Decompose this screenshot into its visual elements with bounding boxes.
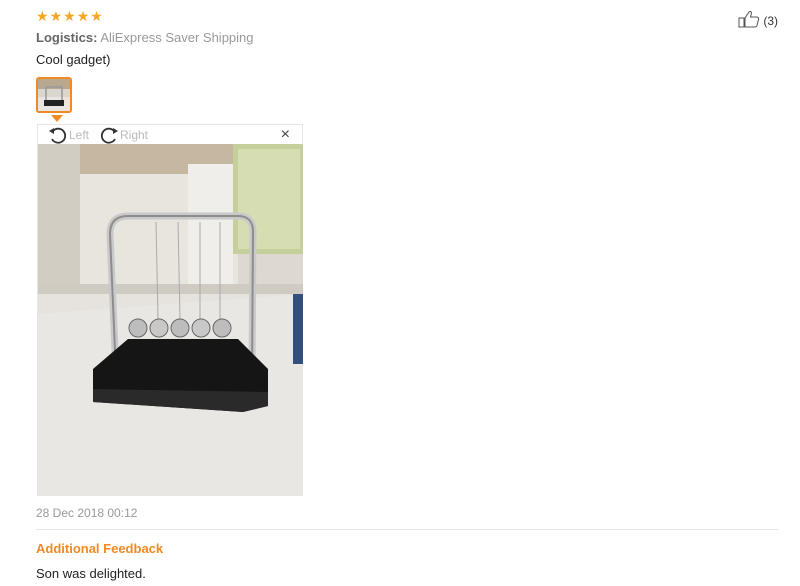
star-icon: ★ <box>49 8 63 24</box>
divider <box>36 529 778 530</box>
review-comment: Cool gadget) <box>36 52 111 67</box>
logistics-value: AliExpress Saver Shipping <box>100 30 254 45</box>
review-photo <box>38 144 303 496</box>
review-date: 28 Dec 2018 00:12 <box>36 506 138 520</box>
thumbnail-image <box>38 79 70 111</box>
star-icon: ★ <box>36 8 49 24</box>
photo-viewer: Left Right × <box>37 124 303 496</box>
helpful-count: (3) <box>763 13 778 28</box>
close-button[interactable]: × <box>281 125 290 145</box>
rotate-left-icon <box>49 127 67 144</box>
rating-stars: ★ ★ ★ ★ ★ <box>36 8 103 24</box>
photo-thumbnail[interactable] <box>36 77 72 113</box>
thumbs-up-icon <box>738 10 760 31</box>
rotate-right-icon <box>100 127 118 144</box>
viewer-toolbar: Left Right × <box>38 125 302 144</box>
logistics-line: Logistics: AliExpress Saver Shipping <box>36 30 254 45</box>
star-icon: ★ <box>63 8 76 24</box>
rotate-right-label: Right <box>120 128 149 142</box>
rotate-left-label: Left <box>69 128 90 142</box>
thumbnail-pointer <box>51 115 63 122</box>
rotate-left-button[interactable]: Left <box>48 126 89 144</box>
helpful-button[interactable]: (3) <box>738 10 778 31</box>
additional-feedback-text: Son was delighted. <box>36 566 146 581</box>
close-icon: × <box>280 126 290 143</box>
additional-feedback-title: Additional Feedback <box>36 541 164 556</box>
star-icon: ★ <box>76 8 90 24</box>
star-icon: ★ <box>90 8 103 24</box>
logistics-label: Logistics: <box>36 30 98 45</box>
rotate-right-button[interactable]: Right <box>99 126 148 144</box>
